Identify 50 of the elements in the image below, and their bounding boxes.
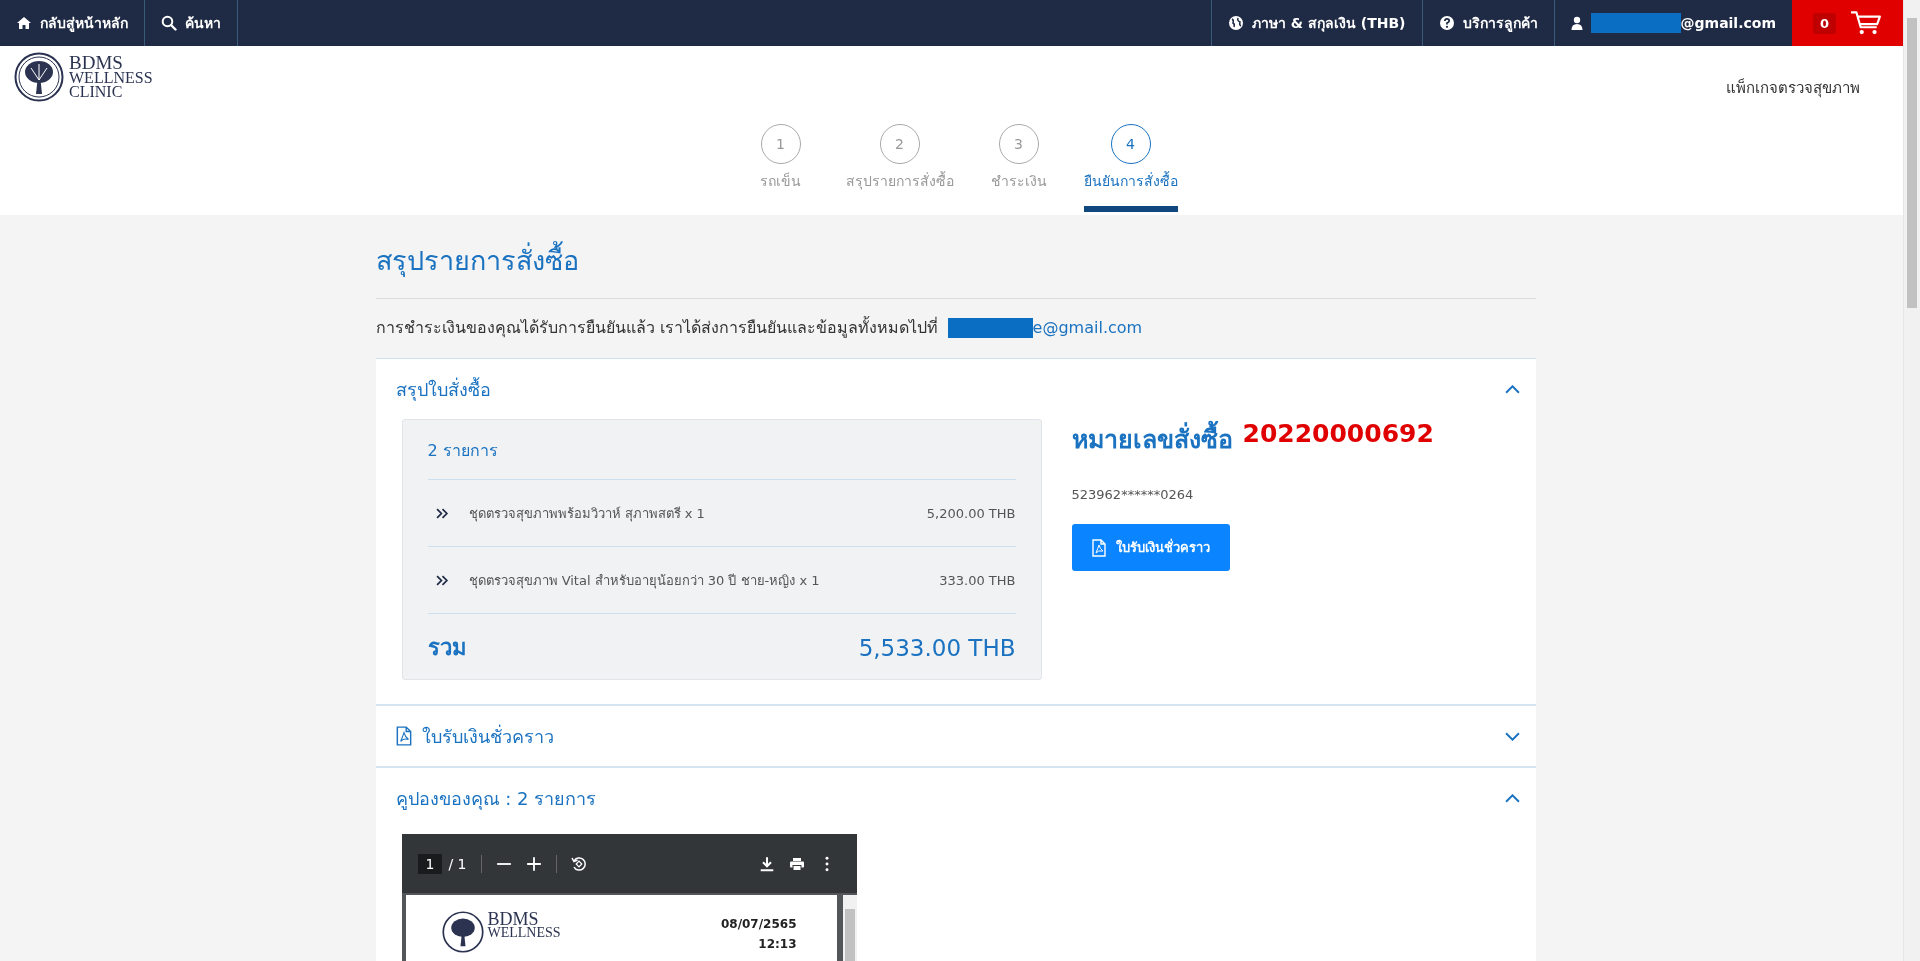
cart-button[interactable]: 0: [1792, 0, 1903, 46]
accordion-header[interactable]: ใบรับเงินชั่วคราว: [375, 706, 1536, 766]
item-name: ชุดตรวจสุขภาพพร้อมวิวาห์ สุภาพสตรี x 1: [468, 504, 706, 524]
page-total: / 1: [448, 855, 467, 872]
logo-wordmark: BDMS WELLNESS: [487, 911, 561, 943]
email-link[interactable]: e@gmail.com: [1032, 318, 1143, 337]
total-label: รวม: [427, 634, 467, 662]
total-amount: 5,533.00 THB: [858, 634, 1016, 661]
page-number-field[interactable]: 1: [417, 853, 443, 874]
step-label: สรุปรายการสั่งซื้อ: [845, 170, 954, 192]
step-label: รถเข็น: [760, 171, 801, 191]
scrollbar[interactable]: [1903, 0, 1920, 961]
accordion-header[interactable]: คูปองของคุณ : 2 รายการ: [375, 768, 1536, 828]
card-number: 523962******0264: [1071, 487, 1194, 502]
double-chevron-icon: [435, 507, 449, 519]
user-icon: [1570, 16, 1583, 30]
tree-logo-icon: [441, 911, 484, 953]
pdf-file-icon: [395, 726, 412, 746]
zoom-in-icon[interactable]: [525, 855, 542, 872]
nav-link[interactable]: แพ็กเกจตรวจสุขภาพ: [1726, 76, 1860, 100]
chevron-up-icon: [1504, 384, 1520, 394]
pdf-file-icon: [1091, 538, 1106, 557]
order-number-label: หมายเลขสั่งซื้อ: [1071, 419, 1233, 459]
item-count: 2 รายการ: [427, 438, 1016, 480]
confirmation-message: การชำระเงินของคุณได้รับการยืนยันแล้ว เราได้ส่งการยืนยันและข้อมูลทั้งหมดไปที่: [375, 315, 938, 340]
receipt-button[interactable]: ใบรับเงินชั่วคราว: [1071, 524, 1230, 571]
rotate-icon[interactable]: [570, 855, 587, 872]
item-name: ชุดตรวจสุขภาพ Vital สำหรับอายุน้อยกว่า 30 ปี ชาย-หญิง x 1: [468, 571, 821, 591]
document-time: 12:13: [758, 937, 797, 951]
cart-count-badge: 0: [1812, 12, 1836, 34]
accordion-header[interactable]: สรุปใบสั่งซื้อ: [375, 359, 1536, 419]
double-chevron-icon: [435, 574, 449, 586]
step-label: ยืนยันการสั่งซื้อ: [1083, 170, 1178, 191]
item-price: 333.00 THB: [939, 572, 1016, 588]
home-icon: [16, 15, 32, 31]
chevron-down-icon: [1504, 731, 1520, 741]
chevron-up-icon: [1504, 793, 1520, 803]
document-date: 08/07/2565: [720, 917, 797, 931]
logo-wordmark: BDMS WELLNESS CLINIC: [69, 55, 153, 99]
item-price: 5,200.00 THB: [926, 505, 1016, 521]
step-label: ชำระเงิน: [990, 172, 1047, 191]
order-number: 20220000692: [1242, 419, 1434, 450]
globe-icon: [1227, 15, 1244, 31]
cart-icon: [1850, 10, 1882, 36]
tree-logo-icon: [14, 52, 64, 102]
download-icon[interactable]: [758, 855, 775, 872]
search-icon: [161, 15, 177, 31]
help-icon: [1438, 15, 1455, 31]
page-title: สรุปรายการสั่งซื้อ: [375, 239, 1536, 299]
print-icon[interactable]: [788, 855, 805, 872]
